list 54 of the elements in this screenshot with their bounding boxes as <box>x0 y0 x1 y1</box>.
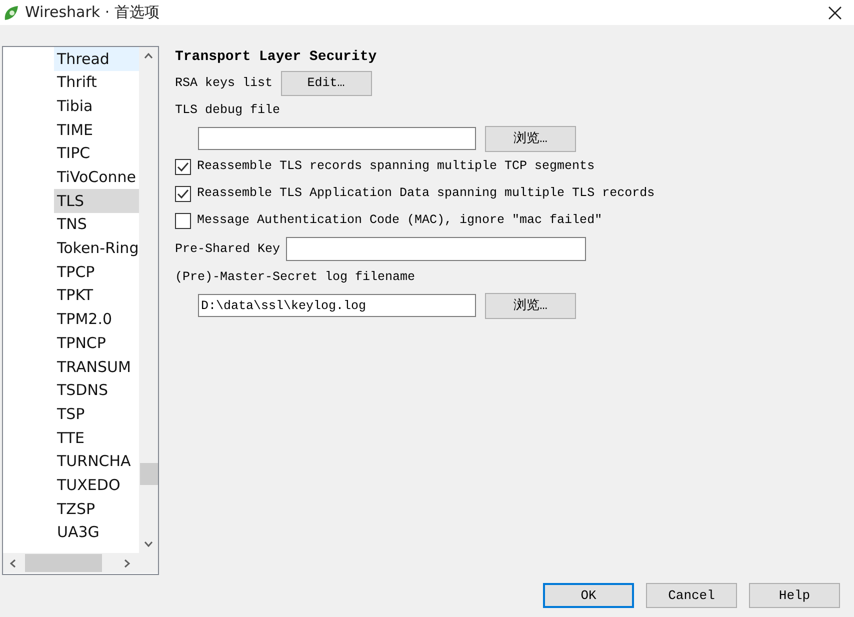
tree-item[interactable]: TURNCHA <box>54 450 139 474</box>
scroll-thumb[interactable] <box>25 554 102 572</box>
dialog-button[interactable]: OK <box>543 583 634 608</box>
tree-item[interactable]: TUXEDO <box>54 473 139 498</box>
app-icon <box>2 4 20 22</box>
check-icon <box>177 162 189 172</box>
tree-item[interactable]: TPM2.0 <box>54 308 139 332</box>
scroll-thumb[interactable] <box>140 463 158 485</box>
tree-item[interactable]: TiVoConne <box>54 165 139 190</box>
tree-item[interactable]: TLS <box>54 189 139 213</box>
scroll-left-icon[interactable] <box>10 559 16 568</box>
tree-item[interactable]: TNS <box>54 212 139 236</box>
horizontal-scrollbar[interactable] <box>3 553 158 573</box>
checkbox-label: Message Authentication Code (MAC), ignore "mac failed" <box>197 212 602 230</box>
scroll-right-icon[interactable] <box>124 559 130 568</box>
tree-item[interactable]: Tibia <box>54 94 139 118</box>
scroll-down-icon[interactable] <box>144 541 153 547</box>
tree-item[interactable]: TIPC <box>54 142 139 166</box>
path-field[interactable]: D:\data\ssl\keylog.log <box>198 294 476 317</box>
checkbox[interactable] <box>175 186 191 202</box>
tree-item[interactable]: TSDNS <box>54 378 139 402</box>
field-label: Pre-Shared Key <box>175 240 280 258</box>
vertical-scrollbar[interactable] <box>139 47 158 553</box>
check-icon <box>177 188 189 198</box>
tree-item[interactable]: TPKT <box>54 284 139 308</box>
checkbox-label: Reassemble TLS Application Data spanning multiple TLS records <box>197 185 655 202</box>
tree-item[interactable]: Thrift <box>54 70 139 94</box>
browse-button[interactable]: 浏览… <box>485 292 576 318</box>
tree-item[interactable]: TZSP <box>54 497 139 521</box>
section-title: Transport Layer Security <box>175 48 377 66</box>
browse-button[interactable]: 浏览… <box>485 126 576 152</box>
dialog-button[interactable]: Cancel <box>646 583 737 608</box>
tree-item[interactable]: Token-Ring <box>54 236 139 260</box>
field-label: TLS debug file <box>175 102 280 120</box>
scroll-up-icon[interactable] <box>144 53 153 59</box>
dialog-button[interactable]: Help <box>749 583 840 608</box>
window-title: Wireshark · 首选项 <box>25 2 160 24</box>
key-field[interactable] <box>286 237 586 261</box>
path-field[interactable] <box>198 127 476 150</box>
checkbox[interactable] <box>175 212 191 228</box>
tree-item[interactable]: TPNCP <box>54 331 139 355</box>
tree-item[interactable]: Thread <box>54 47 139 71</box>
tree-item[interactable]: UA3G <box>54 520 139 544</box>
edit-button[interactable]: Edit… <box>280 71 372 96</box>
tree-item[interactable]: TTE <box>54 426 139 450</box>
checkbox-label: Reassemble TLS records spanning multiple TCP segments <box>197 158 595 176</box>
field-label: RSA keys list <box>175 75 273 92</box>
tree-item[interactable]: TIME <box>54 118 139 142</box>
tree-item[interactable]: TSP <box>54 402 139 426</box>
tree-item[interactable]: TRANSUM <box>54 354 139 379</box>
checkbox[interactable] <box>175 158 191 174</box>
tree-item[interactable]: TPCP <box>54 260 139 284</box>
field-label: (Pre)-Master-Secret log filename <box>175 269 416 286</box>
close-icon[interactable] <box>828 6 842 20</box>
